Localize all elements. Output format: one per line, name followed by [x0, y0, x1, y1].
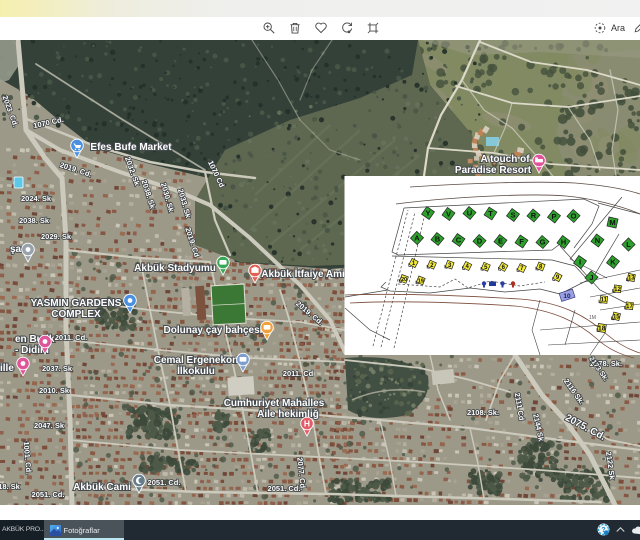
svg-text:2011. Cd.: 2011. Cd.: [55, 333, 88, 342]
svg-text:G: G: [540, 238, 546, 247]
svg-text:Akbük Stadyumu: Akbük Stadyumu: [134, 263, 216, 274]
svg-text:Dolunay çay bahçesi: Dolunay çay bahçesi: [164, 325, 263, 336]
svg-text:1M: 1M: [589, 315, 596, 321]
svg-text:S: S: [510, 211, 515, 220]
svg-text:13: 13: [628, 276, 635, 282]
svg-text:R: R: [531, 211, 537, 220]
svg-text:2051. Cd.: 2051. Cd.: [268, 484, 301, 493]
svg-text:H: H: [304, 419, 310, 429]
svg-text:V: V: [446, 210, 451, 219]
svg-text:2029. Sk: 2029. Sk: [41, 232, 72, 241]
svg-text:A touch of: A touch of: [480, 154, 530, 165]
svg-text:17: 17: [626, 304, 633, 310]
svg-text:D: D: [477, 237, 483, 246]
svg-text:20: 20: [401, 277, 407, 283]
svg-text:U: U: [467, 209, 472, 218]
svg-text:Akbük Cami: Akbük Cami: [73, 482, 131, 493]
svg-text:19: 19: [418, 278, 424, 284]
svg-text:2051. Cd.: 2051. Cd.: [148, 478, 181, 487]
svg-text:K: K: [610, 258, 616, 267]
svg-text:2038. Sk: 2038. Sk: [19, 216, 50, 225]
svg-text:B: B: [435, 235, 441, 244]
svg-text:C: C: [456, 236, 462, 245]
svg-text:E: E: [498, 237, 503, 246]
svg-text:11: 11: [601, 298, 608, 304]
svg-text:Efes Bufe Market: Efes Bufe Market: [90, 142, 172, 153]
svg-text:M: M: [609, 218, 615, 227]
svg-text:15: 15: [613, 314, 620, 320]
svg-text:18: 18: [598, 326, 606, 333]
svg-text:Akbük İtfaiye Amir: Akbük İtfaiye Amir: [261, 267, 349, 280]
svg-text:İlkokulu: İlkokulu: [177, 364, 215, 377]
svg-text:H: H: [561, 238, 566, 247]
svg-text:2024. Sk: 2024. Sk: [21, 194, 52, 203]
svg-text:Y: Y: [425, 209, 430, 218]
svg-text:YASMIN GARDENS: YASMIN GARDENS: [31, 298, 122, 309]
svg-text:18. Sk: 18. Sk: [0, 482, 21, 491]
svg-text:2108. Sk.: 2108. Sk.: [467, 408, 499, 417]
svg-text:L: L: [626, 240, 631, 249]
svg-text:F: F: [519, 237, 524, 246]
svg-text:Cumhuriyet Mahalles: Cumhuriyet Mahalles: [224, 398, 325, 409]
svg-text:2011. Cd: 2011. Cd: [283, 369, 314, 378]
svg-text:O: O: [571, 212, 577, 221]
svg-text:I: I: [579, 258, 581, 267]
svg-text:T: T: [488, 209, 493, 218]
svg-text:ille: ille: [0, 363, 14, 374]
svg-text:2037. Sk: 2037. Sk: [42, 364, 73, 373]
svg-text:2051. Cd.: 2051. Cd.: [32, 490, 65, 499]
svg-text:J: J: [589, 273, 593, 282]
svg-text:10: 10: [563, 293, 571, 300]
svg-text:Cemal Ergenekon: Cemal Ergenekon: [154, 355, 238, 366]
svg-text:Paradise Resort: Paradise Resort: [455, 165, 532, 176]
svg-text:COMPLEX: COMPLEX: [51, 309, 101, 320]
svg-text:P: P: [551, 212, 556, 221]
svg-text:12: 12: [614, 287, 621, 293]
svg-text:A: A: [414, 234, 420, 243]
svg-text:N: N: [595, 236, 600, 245]
svg-text:2047. Sk: 2047. Sk: [34, 421, 65, 430]
svg-text:2010. Sk: 2010. Sk: [39, 386, 70, 395]
